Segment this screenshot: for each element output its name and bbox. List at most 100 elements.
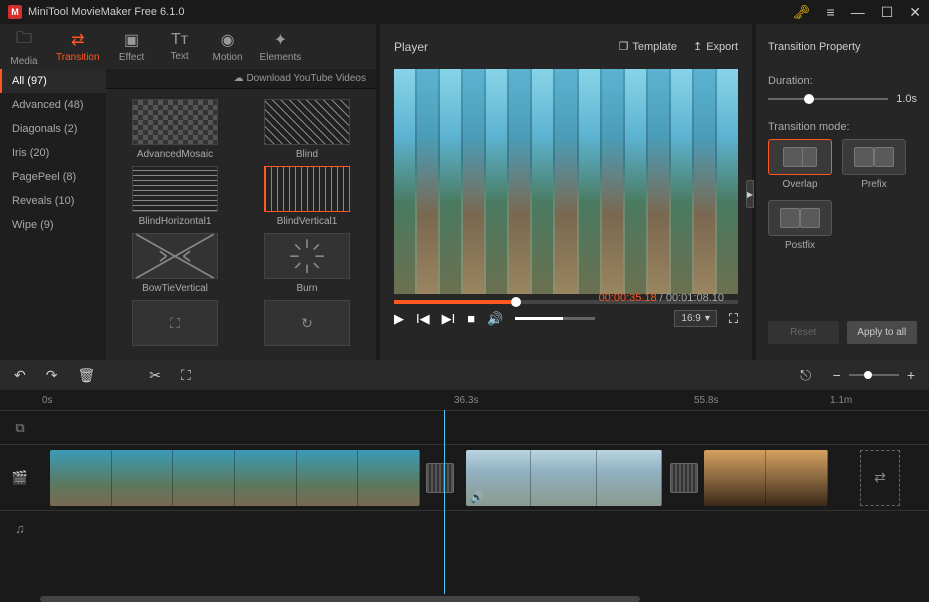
download-youtube-link[interactable]: Download YouTube Videos <box>106 69 376 89</box>
category-advanced[interactable]: Advanced (48) <box>0 93 106 117</box>
transition-bowtievertical[interactable]: BowTieVertical <box>114 233 236 294</box>
video-clip-1[interactable] <box>50 450 420 506</box>
transition-blind[interactable]: Blind <box>246 99 368 160</box>
overlay-track-icon[interactable]: ⧉ <box>0 420 40 436</box>
transition-thumb: ⛶ <box>132 300 218 346</box>
folder-icon: 🗀 <box>16 27 32 54</box>
prev-frame-button[interactable]: I◀ <box>416 311 430 327</box>
ruler-mark: 0s <box>42 395 53 406</box>
transition-thumb <box>264 233 350 279</box>
player-title: Player <box>394 40 428 54</box>
redo-button[interactable]: ↷ <box>46 367 58 384</box>
tab-text[interactable]: TтText <box>156 24 204 69</box>
duration-value: 1.0s <box>896 93 917 105</box>
crop-button[interactable]: ⛶ <box>181 367 191 384</box>
play-button[interactable]: ▶ <box>394 311 404 327</box>
delete-button[interactable]: 🗑 <box>77 367 95 384</box>
mode-prefix[interactable] <box>842 139 906 175</box>
transition-thumb <box>132 99 218 145</box>
swap-placeholder[interactable]: ⇄ <box>860 450 900 506</box>
transition-thumb <box>132 166 218 212</box>
properties-title: Transition Property <box>756 24 929 69</box>
transition-blindvertical1[interactable]: BlindVertical1 <box>246 166 368 227</box>
mode-overlap[interactable] <box>768 139 832 175</box>
timeline-scrollbar[interactable] <box>0 594 929 602</box>
transition-burn[interactable]: Burn <box>246 233 368 294</box>
export-button[interactable]: ↥Export <box>693 40 738 53</box>
media-tabs: 🗀Media ⇄Transition ▣Effect TтText ◉Motio… <box>0 24 376 69</box>
export-icon: ↥ <box>693 40 702 53</box>
transition-block-1[interactable] <box>426 463 454 493</box>
volume-slider[interactable] <box>515 317 595 320</box>
ruler-mark: 36.3s <box>454 395 478 406</box>
category-reveals[interactable]: Reveals (10) <box>0 189 106 213</box>
volume-icon[interactable]: 🔊 <box>487 311 503 327</box>
transition-icon: ⇄ <box>71 30 84 50</box>
ruler-mark: 55.8s <box>694 395 718 406</box>
tab-transition[interactable]: ⇄Transition <box>48 24 108 69</box>
maximize-icon[interactable]: ☐ <box>881 4 894 21</box>
category-wipe[interactable]: Wipe (9) <box>0 213 106 237</box>
tab-media[interactable]: 🗀Media <box>0 24 48 69</box>
category-list: All (97) Advanced (48) Diagonals (2) Iri… <box>0 69 106 360</box>
video-clip-2[interactable]: 🔊 <box>466 450 662 506</box>
chevron-down-icon: ▾ <box>705 313 710 324</box>
tab-effect[interactable]: ▣Effect <box>108 24 156 69</box>
minimize-icon[interactable]: — <box>851 4 865 20</box>
timeline: ↶ ↷ 🗑 ✂ ⛶ ⎋ − + 0s 36.3s 55.8s 1.1m ⧉ 🎬 <box>0 360 929 602</box>
video-clip-3[interactable] <box>704 450 828 506</box>
split-button[interactable]: ✂ <box>149 367 161 384</box>
undo-button[interactable]: ↶ <box>14 367 26 384</box>
properties-panel: Transition Property Duration: 1.0s Trans… <box>756 24 929 360</box>
elements-icon: ✦ <box>274 30 287 50</box>
transition-more-2[interactable]: ↻ <box>246 300 368 346</box>
stop-button[interactable]: ■ <box>467 311 475 326</box>
apply-all-button[interactable]: Apply to all <box>847 321 918 344</box>
duration-slider[interactable] <box>768 98 888 100</box>
category-pagepeel[interactable]: PagePeel (8) <box>0 165 106 189</box>
category-iris[interactable]: Iris (20) <box>0 141 106 165</box>
template-button[interactable]: ❐Template <box>618 40 677 53</box>
category-all[interactable]: All (97) <box>0 69 106 93</box>
app-logo: M <box>8 5 22 19</box>
fullscreen-button[interactable]: ⛶ <box>729 311 738 327</box>
audio-icon: 🔊 <box>470 491 484 504</box>
menu-icon[interactable]: ≡ <box>827 4 835 20</box>
playhead[interactable] <box>444 410 445 594</box>
audio-track-icon[interactable]: ♫ <box>0 521 40 536</box>
current-time: 00:00:35.18 <box>599 292 657 304</box>
transition-block-2[interactable] <box>670 463 698 493</box>
library-panel: 🗀Media ⇄Transition ▣Effect TтText ◉Motio… <box>0 24 376 360</box>
zoom-slider[interactable] <box>849 374 899 376</box>
timeline-ruler[interactable]: 0s 36.3s 55.8s 1.1m <box>0 390 929 410</box>
tab-elements[interactable]: ✦Elements <box>252 24 310 69</box>
close-icon[interactable]: ✕ <box>909 4 921 21</box>
effect-icon: ▣ <box>124 30 139 50</box>
zoom-out-button[interactable]: − <box>833 367 841 383</box>
zoom-in-button[interactable]: + <box>907 367 915 383</box>
license-key-icon[interactable]: 🗝 <box>793 4 811 21</box>
transition-thumb <box>264 166 350 212</box>
titlebar: M MiniTool MovieMaker Free 6.1.0 🗝 ≡ — ☐… <box>0 0 929 24</box>
transition-thumb <box>132 233 218 279</box>
tab-motion[interactable]: ◉Motion <box>204 24 252 69</box>
template-icon: ❐ <box>618 40 628 53</box>
transition-blindhorizontal1[interactable]: BlindHorizontal1 <box>114 166 236 227</box>
mode-label: Transition mode: <box>768 121 917 133</box>
ruler-mark: 1.1m <box>830 395 852 406</box>
transitions-grid: AdvancedMosaic Blind BlindHorizontal1 Bl… <box>106 89 376 360</box>
panel-collapse-toggle[interactable]: ▶ <box>746 180 754 208</box>
category-diagonals[interactable]: Diagonals (2) <box>0 117 106 141</box>
transition-thumb <box>264 99 350 145</box>
player-panel: Player ❐Template ↥Export 00:00:35.18 / 0… <box>380 24 752 360</box>
transition-more-1[interactable]: ⛶ <box>114 300 236 346</box>
transition-advancedmosaic[interactable]: AdvancedMosaic <box>114 99 236 160</box>
mode-postfix[interactable] <box>768 200 832 236</box>
video-preview[interactable] <box>394 69 738 294</box>
next-frame-button[interactable]: ▶I <box>442 311 456 327</box>
audio-toggle-icon[interactable]: ⎋ <box>799 368 813 382</box>
aspect-ratio-select[interactable]: 16:9▾ <box>674 310 717 327</box>
video-track-icon[interactable]: 🎬 <box>0 470 40 486</box>
reset-button[interactable]: Reset <box>768 321 839 344</box>
app-title: MiniTool MovieMaker Free 6.1.0 <box>28 6 793 18</box>
